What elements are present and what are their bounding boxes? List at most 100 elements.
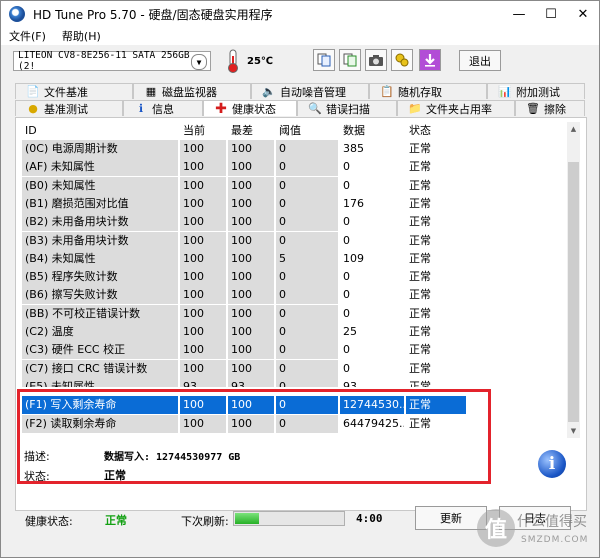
column-header[interactable]: 当前 bbox=[180, 122, 226, 140]
table-cell: 176 bbox=[343, 196, 364, 210]
random-access-icon: 📋 bbox=[380, 85, 394, 98]
copy-info-icon bbox=[317, 53, 331, 67]
table-cell: 100 bbox=[180, 213, 226, 232]
tab-random-access[interactable]: 📋 随机存取 bbox=[369, 83, 487, 99]
watermark-en: SMZDM.COM bbox=[521, 535, 589, 545]
scroll-up-icon[interactable]: ▲ bbox=[567, 122, 580, 136]
table-cell: 100 bbox=[180, 231, 226, 250]
watermark-logo: 值 bbox=[477, 509, 515, 547]
tab-erase[interactable]: 🗑 擦除 bbox=[515, 100, 585, 116]
table-cell: (B1) 磨损范围对比值 bbox=[22, 194, 178, 213]
table-cell: 100 bbox=[228, 286, 274, 305]
table-cell: (E5) 未知属性 bbox=[22, 377, 178, 387]
tab-info[interactable]: ℹ 信息 bbox=[123, 100, 203, 116]
table-cell: 100 bbox=[228, 304, 274, 323]
tab-disk-monitor[interactable]: ▦ 磁盘监视器 bbox=[133, 83, 251, 99]
title-bar: HD Tune Pro 5.70 - 硬盘/固态硬盘实用程序 — ☐ ✕ bbox=[1, 1, 599, 27]
table-cell: 0 bbox=[276, 158, 338, 177]
table-cell: 正常 bbox=[409, 343, 431, 357]
table-cell: 100 bbox=[180, 176, 226, 195]
column-header[interactable]: 阈值 bbox=[276, 122, 338, 140]
erase-icon: 🗑 bbox=[526, 102, 540, 115]
tab-error-scan[interactable]: 🔍 错误扫描 bbox=[297, 100, 397, 116]
table-cell: 0 bbox=[276, 323, 338, 341]
maximize-icon[interactable]: ☐ bbox=[535, 1, 567, 27]
menu-file[interactable]: 文件(F) bbox=[1, 28, 54, 44]
table-cell: 0 bbox=[276, 140, 338, 158]
table-cell: 100 bbox=[228, 194, 274, 213]
table-row[interactable]: (C3) 硬件 ECC 校正 100 100 0 0 正常 bbox=[22, 341, 564, 360]
info-icon[interactable]: i bbox=[538, 450, 566, 478]
table-row[interactable]: (C2) 温度 100 100 0 25 正常 bbox=[22, 323, 564, 341]
temperature-readout: 25℃ bbox=[247, 56, 274, 67]
table-cell: 0 bbox=[276, 341, 338, 360]
drive-label: LITEON CV8-8E256-11 SATA 256GB (2! bbox=[18, 50, 190, 72]
copy-all-button[interactable] bbox=[339, 49, 361, 71]
minimize-icon[interactable]: — bbox=[503, 1, 535, 27]
tab-health[interactable]: ✚ 健康状态 bbox=[203, 100, 297, 117]
table-row[interactable]: (B5) 程序失败计数 100 100 0 0 正常 bbox=[22, 268, 564, 287]
table-header: ID 当前 最差 阈值 数据 状态 bbox=[22, 122, 564, 140]
tab-file-benchmark[interactable]: 📄 文件基准 bbox=[15, 83, 133, 99]
scroll-down-icon[interactable]: ▼ bbox=[567, 424, 580, 438]
table-cell: 正常 bbox=[409, 288, 431, 302]
speaker-icon: 🔈 bbox=[262, 85, 276, 98]
table-cell: 100 bbox=[228, 249, 274, 268]
table-cell: (0C) 电源周期计数 bbox=[22, 140, 178, 158]
table-cell: (C3) 硬件 ECC 校正 bbox=[22, 341, 178, 360]
table-row[interactable]: (B3) 未用备用块计数 100 100 0 0 正常 bbox=[22, 231, 564, 250]
tab-folder-usage[interactable]: 📁 文件夹占用率 bbox=[397, 100, 515, 116]
table-cell: 0 bbox=[343, 160, 350, 174]
copy-info-button[interactable] bbox=[313, 49, 335, 71]
options-button[interactable] bbox=[391, 49, 413, 71]
column-header[interactable]: ID bbox=[22, 122, 178, 140]
health-label: 健康状态: bbox=[25, 515, 73, 528]
table-cell: (B5) 程序失败计数 bbox=[22, 268, 178, 287]
info-small-icon: ℹ bbox=[138, 102, 144, 115]
benchmark-icon: ● bbox=[28, 102, 38, 115]
table-cell: 109 bbox=[343, 251, 364, 265]
folder-icon: 📁 bbox=[408, 102, 422, 115]
tab-benchmark[interactable]: ● 基准测试 bbox=[15, 100, 123, 116]
tab-extra-tests[interactable]: 📊 附加测试 bbox=[487, 83, 585, 99]
drive-dropdown[interactable]: LITEON CV8-8E256-11 SATA 256GB (2! ▼ bbox=[13, 50, 211, 72]
table-row[interactable]: (C7) 接口 CRC 错误计数 100 100 0 0 正常 bbox=[22, 359, 564, 378]
table-cell: (BB) 不可校正错误计数 bbox=[22, 304, 178, 323]
screenshot-button[interactable] bbox=[365, 49, 387, 71]
chevron-down-icon[interactable]: ▼ bbox=[191, 54, 207, 70]
exit-button[interactable]: 退出 bbox=[459, 50, 501, 71]
table-row[interactable]: (B6) 擦写失败计数 100 100 0 0 正常 bbox=[22, 286, 564, 305]
table-row[interactable]: (B4) 未知属性 100 100 5 109 正常 bbox=[22, 249, 564, 268]
table-cell: 100 bbox=[180, 323, 226, 341]
table-cell: 0 bbox=[276, 377, 338, 387]
save-button[interactable] bbox=[419, 49, 441, 71]
table-row[interactable]: (AF) 未知属性 100 100 0 0 正常 bbox=[22, 158, 564, 177]
scroll-thumb[interactable] bbox=[568, 162, 579, 422]
column-header[interactable]: 状态 bbox=[406, 122, 466, 140]
table-cell: 正常 bbox=[409, 251, 431, 265]
column-header[interactable]: 数据 bbox=[340, 122, 404, 140]
table-row[interactable]: (B0) 未知属性 100 100 0 0 正常 bbox=[22, 176, 564, 195]
table-scrollbar[interactable]: ▲ ▼ bbox=[567, 122, 580, 438]
extra-tests-icon: 📊 bbox=[498, 85, 512, 98]
health-value: 正常 bbox=[105, 514, 127, 527]
table-row[interactable]: (BB) 不可校正错误计数 100 100 0 0 正常 bbox=[22, 304, 564, 323]
tab-aam[interactable]: 🔈 自动噪音管理 bbox=[251, 83, 369, 99]
table-cell: 0 bbox=[276, 231, 338, 250]
table-cell: (AF) 未知属性 bbox=[22, 158, 178, 177]
column-header[interactable]: 最差 bbox=[228, 122, 274, 140]
table-row[interactable]: (B2) 未用备用块计数 100 100 0 0 正常 bbox=[22, 213, 564, 232]
table-cell: 0 bbox=[276, 176, 338, 195]
table-cell: 385 bbox=[343, 142, 364, 155]
table-row[interactable]: (B1) 磨损范围对比值 100 100 0 176 正常 bbox=[22, 194, 564, 213]
highlight-box bbox=[17, 389, 491, 484]
refresh-countdown: 4:00 bbox=[356, 512, 383, 525]
table-cell: 100 bbox=[228, 213, 274, 232]
table-row[interactable]: (0C) 电源周期计数 100 100 0 385 正常 bbox=[22, 140, 564, 158]
close-icon[interactable]: ✕ bbox=[567, 1, 599, 27]
table-cell: 93 bbox=[180, 377, 226, 387]
table-cell: 100 bbox=[228, 140, 274, 158]
table-cell: 正常 bbox=[409, 306, 431, 320]
menu-help[interactable]: 帮助(H) bbox=[54, 28, 109, 44]
menu-bar: 文件(F) 帮助(H) bbox=[1, 27, 599, 45]
